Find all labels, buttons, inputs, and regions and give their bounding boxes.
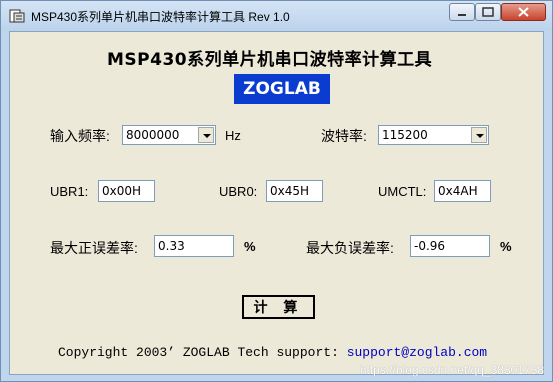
max-neg-value: -0.96	[414, 239, 446, 253]
page-title: MSP430系列单片机串口波特率计算工具	[107, 50, 433, 70]
title-bar[interactable]: MSP430系列单片机串口波特率计算工具 Rev 1.0	[1, 1, 552, 31]
dropdown-arrow-icon[interactable]	[471, 127, 487, 143]
max-neg-label: 最大负误差率:	[306, 240, 394, 256]
max-neg-unit: %	[500, 239, 512, 254]
minimize-icon	[458, 14, 466, 16]
baud-label: 波特率:	[321, 128, 367, 144]
max-neg-field[interactable]: -0.96	[410, 235, 490, 257]
freq-label: 输入频率:	[50, 128, 110, 144]
support-email-link[interactable]: support@zoglab.com	[347, 345, 487, 360]
max-pos-unit: %	[244, 239, 256, 254]
ubr0-field[interactable]: 0x45H	[266, 180, 323, 202]
close-icon	[518, 7, 529, 17]
freq-value: 8000000	[126, 128, 180, 142]
ubr1-label: UBR1:	[50, 184, 89, 199]
dropdown-arrow-icon[interactable]	[198, 127, 214, 143]
umctl-label: UMCTL:	[378, 184, 427, 199]
app-window: MSP430系列单片机串口波特率计算工具 Rev 1.0 MSP430系列单片机…	[0, 0, 553, 382]
ubr0-label: UBR0:	[219, 184, 258, 199]
baud-select[interactable]: 115200	[378, 125, 489, 145]
max-pos-field[interactable]: 0.33	[154, 235, 234, 257]
copyright-text: Copyright 2003’ ZOGLAB	[58, 345, 230, 360]
calculate-button[interactable]: 计 算	[242, 295, 315, 319]
app-icon	[9, 9, 25, 23]
baud-value: 115200	[382, 128, 428, 142]
umctl-field[interactable]: 0x4AH	[434, 180, 491, 202]
support-label: Tech support:	[237, 345, 339, 360]
maximize-icon	[482, 7, 494, 17]
ubr1-value: 0x00H	[102, 184, 142, 198]
logo: ZOGLAB	[234, 74, 330, 104]
freq-select[interactable]: 8000000	[122, 125, 216, 145]
footer: Copyright 2003’ ZOGLAB Tech support: sup…	[58, 345, 487, 360]
watermark: https://blog.csdn.net/qq_38301758	[359, 363, 544, 377]
main-panel: MSP430系列单片机串口波特率计算工具 ZOGLAB 输入频率: 800000…	[9, 31, 544, 375]
ubr1-field[interactable]: 0x00H	[98, 180, 155, 202]
max-pos-value: 0.33	[158, 239, 185, 253]
window-title: MSP430系列单片机串口波特率计算工具 Rev 1.0	[31, 10, 290, 24]
max-pos-label: 最大正误差率:	[50, 240, 138, 256]
close-button[interactable]	[501, 3, 546, 21]
minimize-button[interactable]	[449, 3, 475, 21]
freq-unit: Hz	[225, 128, 241, 143]
ubr0-value: 0x45H	[270, 184, 310, 198]
umctl-value: 0x4AH	[438, 184, 478, 198]
maximize-button[interactable]	[475, 3, 501, 21]
